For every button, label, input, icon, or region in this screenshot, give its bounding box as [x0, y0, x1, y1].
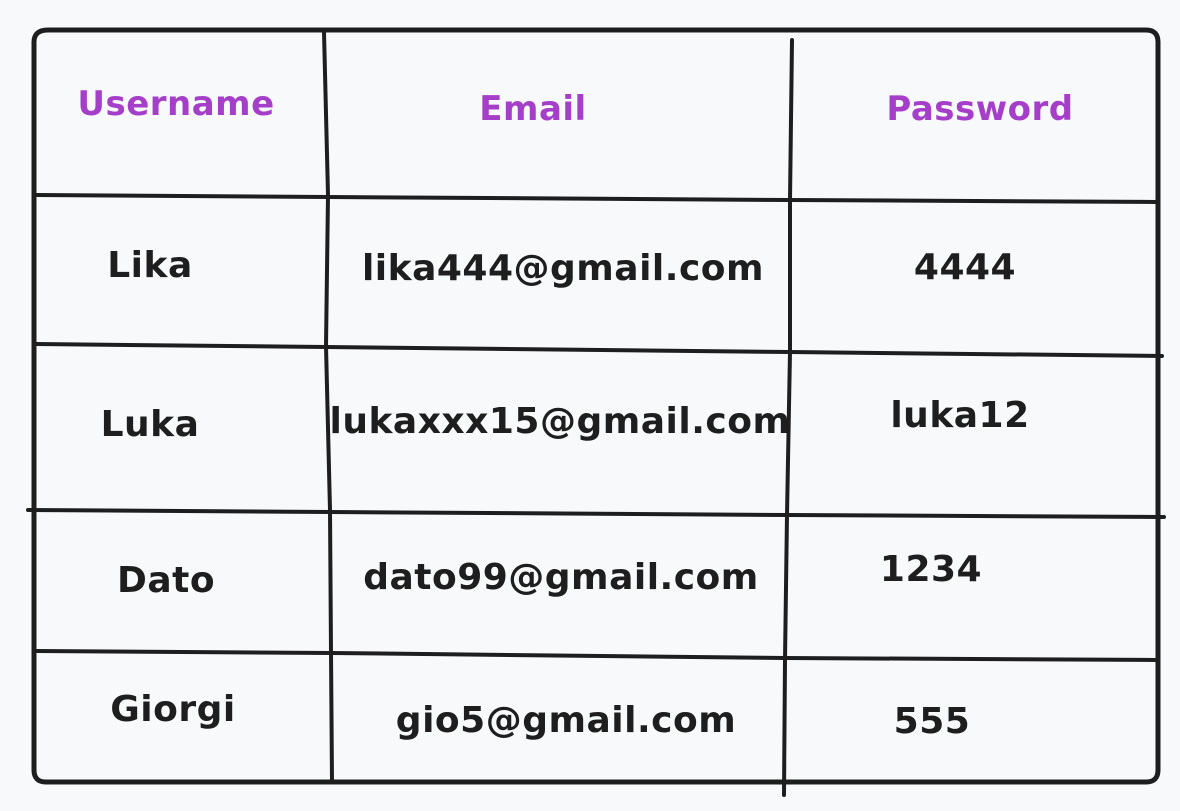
cell-password: 555 [893, 701, 971, 742]
cell-username: Luka [100, 404, 200, 445]
row-divider-2 [34, 342, 1164, 358]
cell-email: lukaxxx15@gmail.com [329, 401, 791, 442]
cell-email: dato99@gmail.com [363, 557, 759, 598]
header-username: Username [77, 84, 275, 124]
cell-email: gio5@gmail.com [395, 700, 737, 741]
row-divider-3 [26, 508, 1166, 519]
cell-email: lika444@gmail.com [361, 248, 765, 289]
cell-username: Giorgi [110, 689, 236, 730]
cell-username: Dato [116, 560, 216, 601]
row-divider-4 [34, 649, 1158, 662]
row-divider-1 [34, 193, 1158, 204]
cell-password: 4444 [913, 247, 1017, 288]
cell-password: luka12 [890, 395, 1030, 436]
cell-username: Lika [107, 245, 193, 286]
header-email: Email [479, 89, 587, 129]
header-password: Password [886, 89, 1074, 129]
table-diagram: Username Email Password Lika lika444@gma… [0, 0, 1180, 811]
cell-password: 1234 [879, 549, 983, 590]
